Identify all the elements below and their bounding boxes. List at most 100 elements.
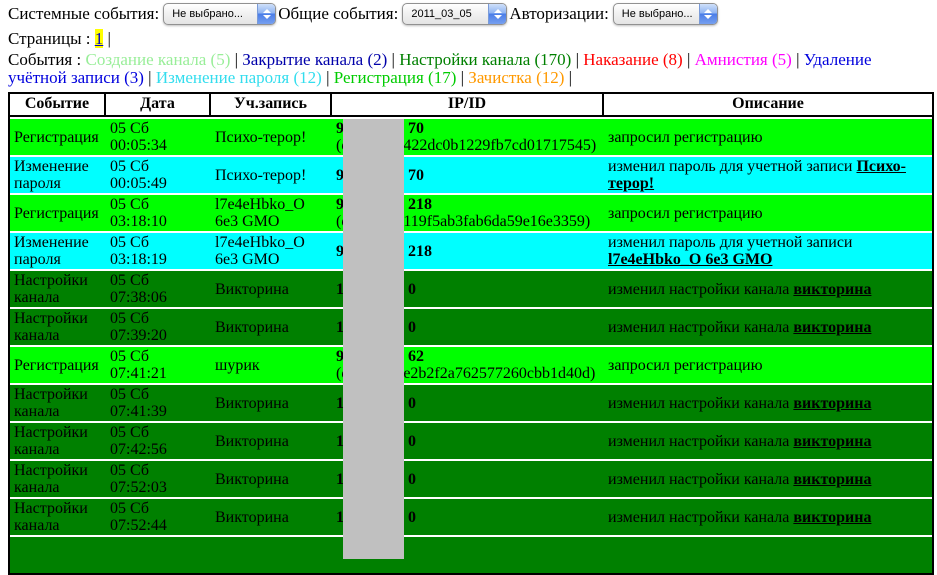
account-cell: шурик <box>211 347 332 383</box>
legend-event-type[interactable]: Зачистка (12) <box>464 68 564 87</box>
legend-separator: | <box>144 68 152 87</box>
table-row: Настройки канала 05 Сб 07:42:56 Викторин… <box>10 423 932 459</box>
authorizations-label: Авторизации: <box>509 4 608 24</box>
event-cell: Регистрация <box>10 119 106 155</box>
column-header: Событие <box>10 94 106 115</box>
event-cell: Настройки канала <box>10 461 106 497</box>
account-cell: Викторина <box>211 271 332 307</box>
pages-label: Страницы : <box>8 29 91 48</box>
legend-event-type[interactable]: Закрытие канала (2) <box>238 50 387 69</box>
event-cell: Настройки канала <box>10 385 106 421</box>
page-1-link[interactable]: 1 <box>95 29 104 48</box>
table-row: Изменение пароля 05 Сб 00:05:49 Психо-те… <box>10 157 932 193</box>
event-cell: Настройки канала <box>10 499 106 535</box>
description-cell: изменил настройки канала викторина <box>604 461 932 497</box>
description-cell <box>604 537 932 573</box>
description-cell: изменил настройки канала викторина <box>604 385 932 421</box>
filters-bar: Системные события: Не выбрано... Общие с… <box>8 3 930 25</box>
authorizations-value: Не выбрано... <box>622 8 693 20</box>
account-cell: Викторина <box>211 385 332 421</box>
stepper-arrows-icon <box>699 4 717 24</box>
censor-overlay <box>343 119 404 559</box>
filter-system-events: Системные события: Не выбрано... <box>8 3 278 25</box>
column-header: IP/ID <box>332 94 604 115</box>
account-cell: Психо-терор! <box>211 157 332 193</box>
event-cell: Изменение пароля <box>10 233 106 269</box>
legend-event-type[interactable]: Настройки канала (170) <box>395 50 571 69</box>
legend-separator: | <box>387 50 395 69</box>
legend-event-type[interactable]: Наказание (8) <box>579 50 683 69</box>
date-cell: 05 Сб 00:05:49 <box>106 157 211 193</box>
event-cell: Настройки канала <box>10 309 106 345</box>
common-events-label: Общие события: <box>278 4 398 24</box>
column-header: Уч.запись <box>211 94 332 115</box>
event-cell: Изменение пароля <box>10 157 106 193</box>
table-row <box>10 537 932 573</box>
system-events-select[interactable]: Не выбрано... <box>163 3 276 25</box>
common-events-select[interactable]: 2011_03_05 <box>402 3 507 25</box>
description-cell: изменил настройки канала викторина <box>604 271 932 307</box>
account-link[interactable]: викторина <box>793 281 871 298</box>
events-legend-label: События : <box>8 50 81 69</box>
legend-event-type[interactable]: Амнистия (5) <box>690 50 791 69</box>
account-link[interactable]: викторина <box>793 509 871 526</box>
table-header-row: СобытиеДатаУч.записьIP/IDОписание <box>10 94 932 117</box>
account-cell: Викторина <box>211 499 332 535</box>
date-cell: 05 Сб 07:38:06 <box>106 271 211 307</box>
account-link[interactable]: викторина <box>793 319 871 336</box>
pages-separator: | <box>108 29 111 48</box>
filter-common-events: Общие события: 2011_03_05 <box>278 3 509 25</box>
date-cell: 05 Сб 07:41:39 <box>106 385 211 421</box>
date-cell: 05 Сб 07:52:03 <box>106 461 211 497</box>
legend-event-type[interactable]: Изменение пароля (12) <box>152 68 322 87</box>
common-events-value: 2011_03_05 <box>411 8 471 20</box>
account-cell: Викторина <box>211 309 332 345</box>
account-link[interactable]: викторина <box>793 433 871 450</box>
description-cell: запросил регистрацию <box>604 347 932 383</box>
description-cell: изменил настройки канала викторина <box>604 423 932 459</box>
table-row: Изменение пароля 05 Сб 03:18:19 l7e4eHbk… <box>10 233 932 269</box>
description-cell: изменил настройки канала викторина <box>604 309 932 345</box>
account-cell: Викторина <box>211 461 332 497</box>
table-row: Регистрация 05 Сб 07:41:21 шурик 962 (de… <box>10 347 932 383</box>
account-link[interactable]: l7e4eHbko_O 6e3 GMO <box>608 251 772 268</box>
legend-separator: | <box>456 68 464 87</box>
pagination: Страницы : 1 | <box>8 29 930 49</box>
table-body: Регистрация 05 Сб 00:05:34 Психо-терор! … <box>10 119 932 573</box>
date-cell: 05 Сб 07:41:21 <box>106 347 211 383</box>
column-header: Дата <box>106 94 211 115</box>
account-cell <box>211 537 332 573</box>
event-cell: Регистрация <box>10 195 106 231</box>
date-cell: 05 Сб 03:18:10 <box>106 195 211 231</box>
description-cell: запросил регистрацию <box>604 195 932 231</box>
account-cell: Викторина <box>211 423 332 459</box>
column-header: Описание <box>604 94 932 115</box>
description-cell: запросил регистрацию <box>604 119 932 155</box>
account-cell: l7e4eHbko_O 6e3 GMO <box>211 195 332 231</box>
date-cell: 05 Сб 03:18:19 <box>106 233 211 269</box>
description-cell: изменил пароль для учетной записи l7e4eH… <box>604 233 932 269</box>
legend-separator: | <box>230 50 238 69</box>
event-cell: Настройки канала <box>10 423 106 459</box>
legend-separator: | <box>564 68 572 87</box>
account-link[interactable]: викторина <box>793 471 871 488</box>
date-cell: 05 Сб 07:42:56 <box>106 423 211 459</box>
table-row: Регистрация 05 Сб 00:05:34 Психо-терор! … <box>10 119 932 155</box>
date-cell: 05 Сб 07:52:44 <box>106 499 211 535</box>
log-page: Системные события: Не выбрано... Общие с… <box>0 0 937 575</box>
stepper-arrows-icon <box>488 4 506 24</box>
description-cell: изменил пароль для учетной записи Психо-… <box>604 157 932 193</box>
event-cell: Регистрация <box>10 347 106 383</box>
stepper-arrows-icon <box>257 4 275 24</box>
events-legend-items: Создание канала (5) | Закрытие канала (2… <box>8 50 872 87</box>
account-cell: l7e4eHbko_O 6e3 GMO <box>211 233 332 269</box>
date-cell <box>106 537 211 573</box>
account-cell: Психо-терор! <box>211 119 332 155</box>
authorizations-select[interactable]: Не выбрано... <box>613 3 718 25</box>
event-log-table: СобытиеДатаУч.записьIP/IDОписание Регист… <box>8 92 934 575</box>
legend-event-type[interactable]: Регистрация (17) <box>329 68 456 87</box>
table-row: Настройки канала 05 Сб 07:41:39 Викторин… <box>10 385 932 421</box>
legend-event-type[interactable]: Создание канала (5) <box>85 50 230 69</box>
description-cell: изменил настройки канала викторина <box>604 499 932 535</box>
account-link[interactable]: викторина <box>793 395 871 412</box>
